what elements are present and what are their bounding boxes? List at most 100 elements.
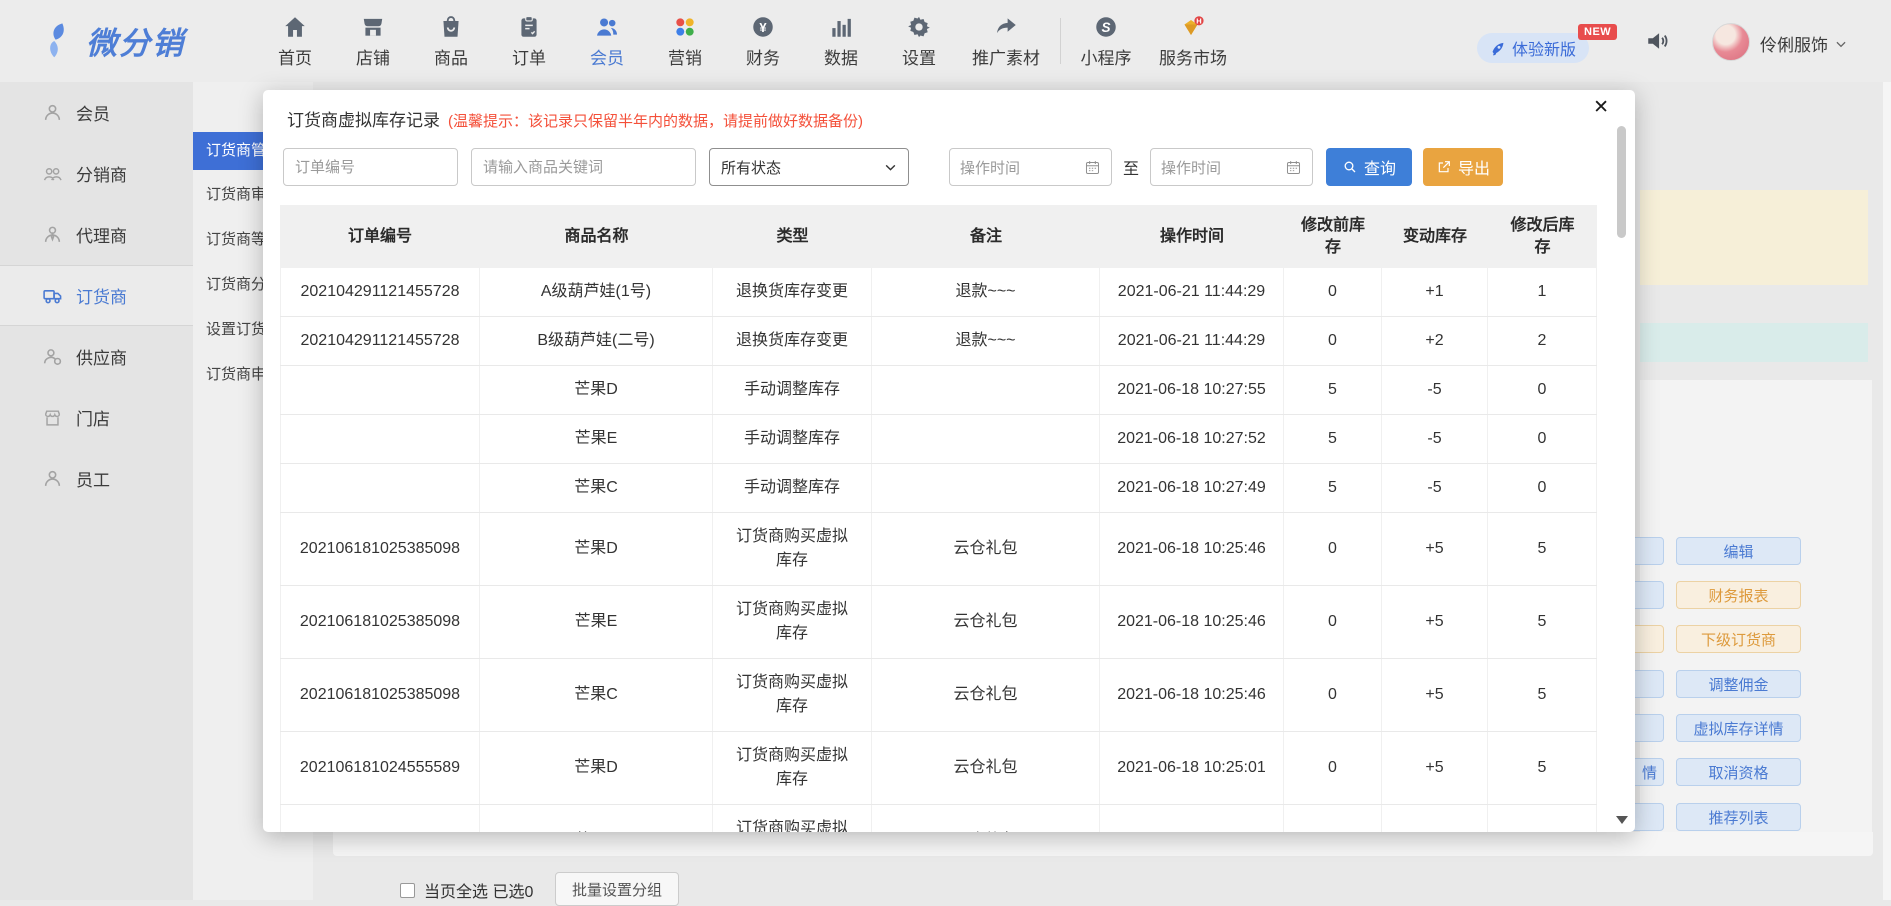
sidebar-item-distributors[interactable]: 分销商 (0, 143, 193, 204)
background-card-edge (333, 832, 1873, 856)
primary-sidebar: 会员 分销商 代理商 订货商 供应商 门店 员工 (0, 82, 193, 900)
table-cell: +5 (1382, 513, 1488, 585)
order-no-input[interactable] (283, 148, 458, 186)
time-from-input[interactable]: 操作时间 (949, 148, 1112, 186)
sidebar-item-staff[interactable]: 员工 (0, 448, 193, 509)
nav-item-members[interactable]: 会员 (568, 0, 646, 82)
nav-item-products[interactable]: 商品 (412, 0, 490, 82)
table-cell: 2021-06-18 10:25:46 (1100, 513, 1284, 585)
sidebar-item-members[interactable]: 会员 (0, 82, 193, 143)
recommend-list-button[interactable]: 推荐列表 (1676, 803, 1801, 831)
account-name-label: 伶俐服饰 (1760, 31, 1828, 56)
app-logo[interactable]: 微分销 (44, 18, 185, 63)
storefront-icon (360, 14, 386, 40)
account-avatar[interactable] (1712, 23, 1750, 61)
table-body: 202104291121455728A级葫芦娃(1号)退换货库存变更退款~~~2… (280, 268, 1597, 832)
nav-item-home[interactable]: 首页 (256, 0, 334, 82)
nav-item-service-market[interactable]: H 服务市场 (1145, 0, 1241, 82)
finance-yen-icon: ¥ (750, 14, 776, 40)
table-cell: 订货商购买虚拟库存 (713, 732, 872, 804)
table-cell: +2 (1382, 317, 1488, 365)
miniprogram-icon: S (1093, 14, 1119, 40)
product-keyword-input[interactable] (471, 148, 696, 186)
table-row: 芒果C手动调整库存2021-06-18 10:27:495-50 (280, 464, 1597, 513)
table-cell: 云仓礼包 (872, 586, 1100, 658)
new-badge: NEW (1578, 24, 1617, 40)
cancel-qualification-button[interactable]: 取消资格 (1676, 758, 1801, 786)
nav-item-orders[interactable]: 订单 (490, 0, 568, 82)
table-cell: +5 (1382, 659, 1488, 731)
store-icon (42, 407, 63, 428)
sidebar-item-stores[interactable]: 门店 (0, 387, 193, 448)
virtual-stock-detail-button[interactable]: 虚拟库存详情 (1676, 714, 1801, 742)
marketing-icon (672, 14, 698, 40)
table-cell: 芒果E (480, 415, 713, 463)
nav-item-promo-materials[interactable]: 推广素材 (958, 0, 1054, 82)
adjust-commission-button[interactable]: 调整佣金 (1676, 670, 1801, 698)
batch-group-button[interactable]: 批量设置分组 (555, 872, 679, 906)
column-header: 备注 (872, 205, 1100, 268)
table-cell: 202104291121455728 (280, 268, 480, 316)
table-row: 202106181024555589芒果D订货商购买虚拟库存云仓礼包2021-0… (280, 732, 1597, 805)
nav-item-finance[interactable]: ¥ 财务 (724, 0, 802, 82)
table-cell: 0 (1284, 513, 1382, 585)
table-row: 202106181025385098芒果D订货商购买虚拟库存云仓礼包2021-0… (280, 513, 1597, 586)
nav-label: 数据 (824, 44, 858, 69)
table-cell: 退换货库存变更 (713, 317, 872, 365)
sub-suppliers-button[interactable]: 下级订货商 (1676, 625, 1801, 653)
column-header: 修改后库存 (1488, 205, 1597, 268)
nav-label: 营销 (668, 44, 702, 69)
nav-item-settings[interactable]: 设置 (880, 0, 958, 82)
table-cell (872, 366, 1100, 414)
group-icon (42, 163, 63, 184)
table-cell (280, 366, 480, 414)
nav-label: 服务市场 (1159, 44, 1227, 69)
date-range-to-label: 至 (1123, 155, 1139, 179)
table-cell (872, 415, 1100, 463)
nav-item-shop[interactable]: 店铺 (334, 0, 412, 82)
nav-item-data[interactable]: 数据 (802, 0, 880, 82)
speaker-icon[interactable] (1645, 28, 1671, 54)
status-select[interactable]: 所有状态 (709, 148, 909, 186)
table-cell: 芒果E (480, 805, 713, 832)
table-cell: 202106181025385098 (280, 659, 480, 731)
table-cell (872, 464, 1100, 512)
select-all-checkbox[interactable] (400, 883, 415, 898)
table-cell: 5 (1488, 513, 1597, 585)
scrollbar-thumb[interactable] (1617, 126, 1626, 238)
table-cell (280, 415, 480, 463)
search-button[interactable]: 查询 (1326, 148, 1412, 186)
try-new-version-button[interactable]: 体验新版 (1477, 33, 1589, 63)
nav-item-miniprogram[interactable]: S 小程序 (1067, 0, 1145, 82)
scrollbar-down-arrow[interactable] (1616, 816, 1628, 824)
export-button[interactable]: 导出 (1423, 148, 1503, 186)
nav-item-marketing[interactable]: 营销 (646, 0, 724, 82)
table-cell: 0 (1284, 268, 1382, 316)
table-cell: 0 (1284, 732, 1382, 804)
table-cell: +5 (1382, 805, 1488, 832)
page-scrollbar[interactable] (1883, 82, 1891, 900)
status-select-value: 所有状态 (721, 157, 781, 178)
sidebar-item-vendors[interactable]: 供应商 (0, 326, 193, 387)
sidebar-label: 供应商 (76, 344, 127, 369)
finance-report-button[interactable]: 财务报表 (1676, 581, 1801, 609)
sidebar-label: 员工 (76, 466, 110, 491)
search-icon (1342, 159, 1358, 175)
time-to-input[interactable]: 操作时间 (1150, 148, 1313, 186)
table-cell: 202106181025385098 (280, 586, 480, 658)
account-menu[interactable]: 伶俐服饰 (1760, 31, 1848, 56)
sidebar-item-suppliers-ordering[interactable]: 订货商 (0, 265, 193, 326)
table-cell: +5 (1382, 732, 1488, 804)
background-banner-teal (1640, 323, 1868, 362)
edit-button[interactable]: 编辑 (1676, 537, 1801, 565)
modal-scrollbar[interactable] (1616, 118, 1628, 826)
table-cell: 1 (1488, 268, 1597, 316)
nav-label: 订单 (512, 44, 546, 69)
sidebar-item-agents[interactable]: 代理商 (0, 204, 193, 265)
table-cell: 2021-06-18 10:25:01 (1100, 732, 1284, 804)
export-icon (1436, 159, 1452, 175)
table-row: 芒果E手动调整库存2021-06-18 10:27:525-50 (280, 415, 1597, 464)
column-header: 修改前库存 (1284, 205, 1382, 268)
table-cell: 5 (1488, 805, 1597, 832)
close-icon[interactable]: ✕ (1593, 98, 1609, 117)
